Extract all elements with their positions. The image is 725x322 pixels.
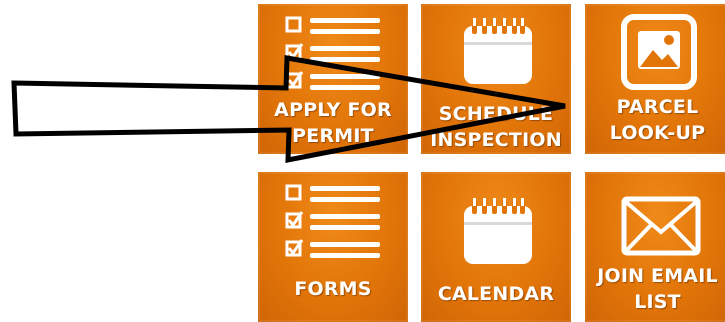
right-arrow-outline-icon xyxy=(11,55,566,164)
